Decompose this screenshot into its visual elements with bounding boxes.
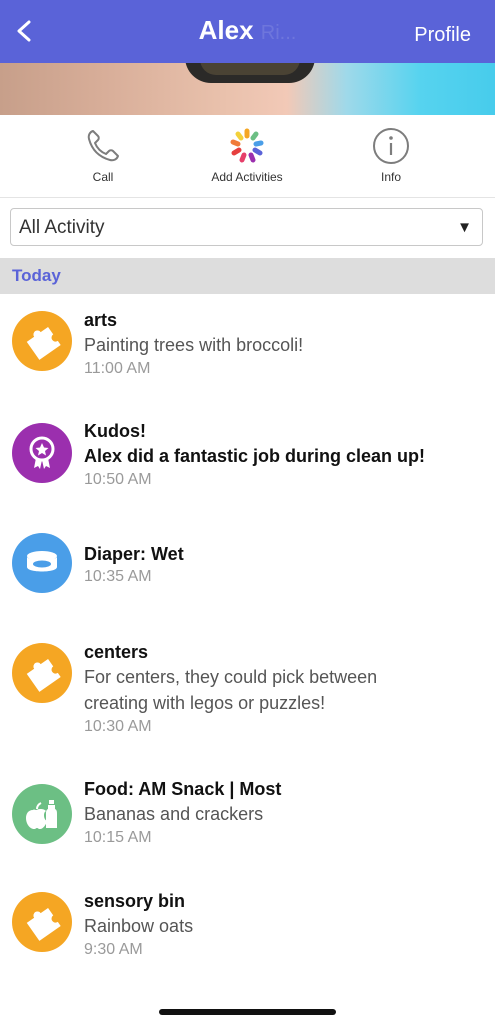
action-row: Call Add Activities Info [0,115,495,198]
info-icon [373,128,409,164]
add-activities-label: Add Activities [211,170,283,184]
add-activities-action[interactable]: Add Activities [187,126,307,184]
activity-item[interactable]: arts Painting trees with broccoli! 11:00… [0,308,495,388]
activity-title: Diaper: Wet [84,544,184,564]
activity-avatar [12,643,72,703]
phone-icon [87,130,119,162]
filter-selected-value: All Activity [19,217,105,238]
activity-title: Food: AM Snack | Most [84,779,282,799]
activity-item[interactable]: centers For centers, they could pick bet… [0,640,495,740]
activity-avatar [12,311,72,371]
activity-avatar [12,423,72,483]
activity-avatar [12,784,72,844]
dropdown-arrow-icon: ▼ [457,219,472,236]
puzzle-icon [26,907,61,941]
puzzle-icon [26,658,61,692]
call-action[interactable]: Call [43,126,163,184]
activity-title: centers [84,642,149,662]
activity-item[interactable]: Kudos! Alex did a fantastic job during c… [0,419,495,499]
activity-filter-select[interactable]: All Activity ▼ [10,208,483,246]
section-label: Today [12,266,61,285]
activity-time: 9:30 AM [84,941,143,958]
activity-avatar [12,533,72,593]
activity-description-line2: creating with legos or puzzles! [84,693,326,713]
info-label: Info [380,170,401,184]
award-icon [29,436,55,469]
diaper-icon [27,551,57,572]
activity-title: Kudos! [84,421,146,441]
activity-avatar [12,892,72,952]
color-wheel-icon [230,128,264,163]
profile-button[interactable]: Profile [414,24,471,47]
activity-time: 10:15 AM [84,829,152,846]
activity-item[interactable]: Food: AM Snack | Most Bananas and cracke… [0,777,495,857]
food-icon [26,800,57,829]
photo-detail-inner [200,63,300,75]
activity-item[interactable]: Diaper: Wet 10:35 AM [0,533,495,602]
activity-description: Bananas and crackers [84,804,264,824]
activity-description-line1: For centers, they could pick between [84,667,378,687]
child-name: Alex [198,15,254,45]
activity-time: 10:30 AM [84,718,152,735]
profile-photo-banner [0,63,495,115]
activity-description: Painting trees with broccoli! [84,335,304,355]
top-navigation-bar: Alex Ri... Profile [0,0,495,63]
activity-time: 10:50 AM [84,471,152,488]
activity-description: Rainbow oats [84,916,194,936]
activity-item[interactable]: sensory bin Rainbow oats 9:30 AM [0,889,495,969]
child-last-name-faded: Ri... [260,22,297,44]
activity-title: arts [84,310,118,330]
puzzle-icon [26,326,61,360]
activity-time: 11:00 AM [84,360,151,377]
activity-title: sensory bin [84,891,186,911]
home-indicator[interactable] [159,1009,336,1015]
call-label: Call [92,170,114,184]
info-action[interactable]: Info [331,126,451,184]
section-header: Today [0,258,495,294]
activity-time: 10:35 AM [84,568,152,585]
activity-description: Alex did a fantastic job during clean up… [84,446,426,466]
